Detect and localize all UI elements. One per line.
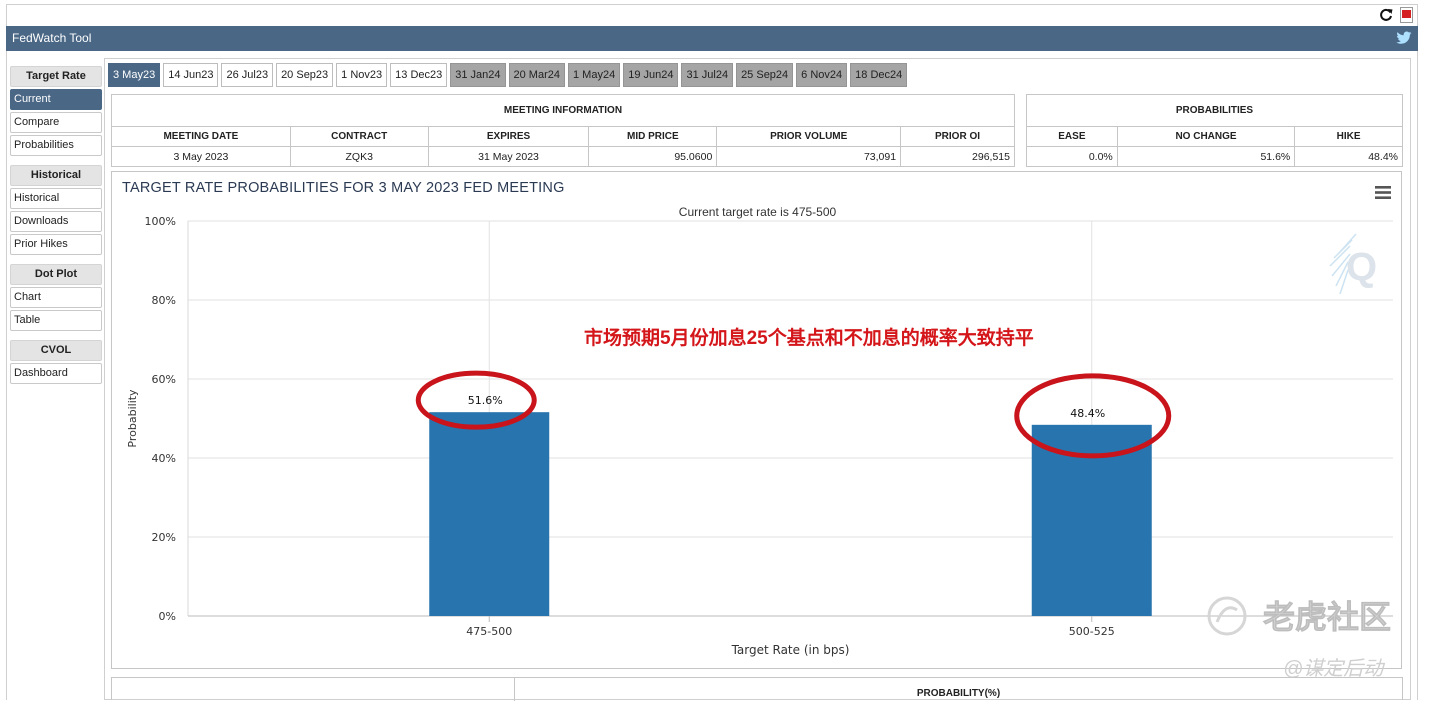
column-header: PRIOR VOLUME bbox=[716, 126, 902, 147]
sidebar-heading-cvol: CVOL bbox=[10, 340, 102, 361]
hike-cell: 48.4% bbox=[1294, 146, 1403, 167]
chart-subtitle: Current target rate is 475-500 bbox=[678, 205, 837, 219]
sidebar-item-prior-hikes[interactable]: Prior Hikes bbox=[10, 234, 102, 255]
tab-meeting[interactable]: 20 Mar24 bbox=[508, 63, 565, 87]
column-header: MID PRICE bbox=[588, 126, 718, 147]
refresh-icon[interactable] bbox=[1379, 8, 1393, 22]
y-tick-label: 80% bbox=[152, 294, 176, 307]
svg-text:Q: Q bbox=[1346, 245, 1377, 289]
column-header: CONTRACT bbox=[289, 126, 429, 147]
sidebar-item-probabilities[interactable]: Probabilities bbox=[10, 135, 102, 156]
sidebar-item-table[interactable]: Table bbox=[10, 310, 102, 331]
mid-price-cell: 95.0600 bbox=[588, 146, 718, 167]
chart-title: TARGET RATE PROBABILITIES FOR 3 MAY 2023… bbox=[122, 180, 565, 196]
y-tick-label: 40% bbox=[152, 452, 176, 465]
meeting-date-cell: 3 May 2023 bbox=[111, 146, 291, 167]
tab-meeting[interactable]: 6 Nov24 bbox=[796, 63, 848, 87]
sidebar-heading-dot-plot: Dot Plot bbox=[10, 264, 102, 285]
table-row: 0.0% 51.6% 48.4% bbox=[1026, 146, 1403, 167]
sidebar-heading-historical: Historical bbox=[10, 165, 102, 186]
sidebar-item-historical[interactable]: Historical bbox=[10, 188, 102, 209]
tab-meeting[interactable]: 19 Jun24 bbox=[623, 63, 679, 87]
sidebar-item-compare[interactable]: Compare bbox=[10, 112, 102, 133]
table-row: 3 May 2023 ZQK3 31 May 2023 95.0600 73,0… bbox=[111, 146, 1015, 167]
tab-meeting[interactable]: 26 Jul23 bbox=[221, 63, 274, 87]
tiger-community-watermark: 老虎社区 bbox=[1207, 596, 1391, 636]
sidebar-item-downloads[interactable]: Downloads bbox=[10, 211, 102, 232]
column-header: HIKE bbox=[1294, 126, 1403, 147]
tab-meeting[interactable]: 14 Jun23 bbox=[163, 63, 219, 87]
app-titlebar: FedWatch Tool bbox=[6, 26, 1418, 51]
meeting-tabs: 3 May23 14 Jun23 26 Jul23 20 Sep23 1 Nov… bbox=[108, 63, 910, 87]
top-toolbar bbox=[6, 4, 1418, 26]
column-header: EASE bbox=[1026, 126, 1118, 147]
y-tick-label: 0% bbox=[159, 610, 176, 623]
y-tick-label: 60% bbox=[152, 373, 176, 386]
sidebar-item-current[interactable]: Current bbox=[10, 89, 102, 110]
bar-data-label: 48.4% bbox=[1070, 407, 1105, 420]
tab-meeting[interactable]: 1 May24 bbox=[568, 63, 621, 87]
chart-annotation: 市场预期5月份加息25个基点和不加息的概率大致持平 bbox=[584, 328, 1034, 349]
bar bbox=[429, 412, 550, 616]
sidebar-item-dashboard[interactable]: Dashboard bbox=[10, 363, 102, 384]
probability-table-heading: PROBABILITY(%) bbox=[916, 688, 1001, 699]
expires-cell: 31 May 2023 bbox=[427, 146, 590, 167]
sidebar-nav: Target Rate Current Compare Probabilitie… bbox=[10, 64, 102, 384]
contract-cell: ZQK3 bbox=[289, 146, 429, 167]
x-tick-label: 475-500 bbox=[466, 625, 512, 638]
bar-data-label: 51.6% bbox=[468, 394, 503, 407]
tab-meeting[interactable]: 25 Sep24 bbox=[736, 63, 794, 87]
x-tick-label: 500-525 bbox=[1069, 625, 1115, 638]
y-axis-title: Probability bbox=[126, 389, 139, 448]
twitter-icon[interactable] bbox=[1396, 31, 1412, 45]
sidebar-heading-target-rate: Target Rate bbox=[10, 66, 102, 87]
probability-table: PROBABILITY(%) bbox=[111, 677, 1403, 701]
probabilities-table: PROBABILITIES EASE NO CHANGE HIKE 0.0% 5… bbox=[1026, 94, 1403, 167]
column-header: MEETING DATE bbox=[111, 126, 291, 147]
meeting-info-heading: MEETING INFORMATION bbox=[111, 94, 1015, 127]
q-logo-watermark: Q bbox=[1329, 233, 1377, 295]
tab-meeting[interactable]: 13 Dec23 bbox=[390, 63, 448, 87]
meeting-info-table: MEETING INFORMATION MEETING DATE CONTRAC… bbox=[111, 94, 1015, 167]
tab-meeting[interactable]: 3 May23 bbox=[108, 63, 161, 87]
column-header: PRIOR OI bbox=[900, 126, 1015, 147]
tab-meeting[interactable]: 20 Sep23 bbox=[276, 63, 334, 87]
menu-icon[interactable] bbox=[1375, 186, 1391, 199]
tab-meeting[interactable]: 18 Dec24 bbox=[850, 63, 908, 87]
probabilities-heading: PROBABILITIES bbox=[1026, 94, 1403, 127]
y-tick-label: 20% bbox=[152, 531, 176, 544]
column-header: NO CHANGE bbox=[1116, 126, 1296, 147]
tab-meeting[interactable]: 31 Jul24 bbox=[681, 63, 734, 87]
sidebar-item-chart[interactable]: Chart bbox=[10, 287, 102, 308]
x-axis-title: Target Rate (in bps) bbox=[731, 643, 850, 657]
column-header: EXPIRES bbox=[427, 126, 590, 147]
tab-meeting[interactable]: 31 Jan24 bbox=[450, 63, 506, 87]
tab-meeting[interactable]: 1 Nov23 bbox=[336, 63, 388, 87]
no-change-cell: 51.6% bbox=[1116, 146, 1296, 167]
ease-cell: 0.0% bbox=[1026, 146, 1118, 167]
prior-oi-cell: 296,515 bbox=[900, 146, 1015, 167]
watermark-name: 老虎社区 bbox=[1263, 598, 1391, 636]
pdf-icon[interactable] bbox=[1400, 7, 1413, 23]
app-title: FedWatch Tool bbox=[12, 31, 92, 45]
prior-volume-cell: 73,091 bbox=[716, 146, 902, 167]
